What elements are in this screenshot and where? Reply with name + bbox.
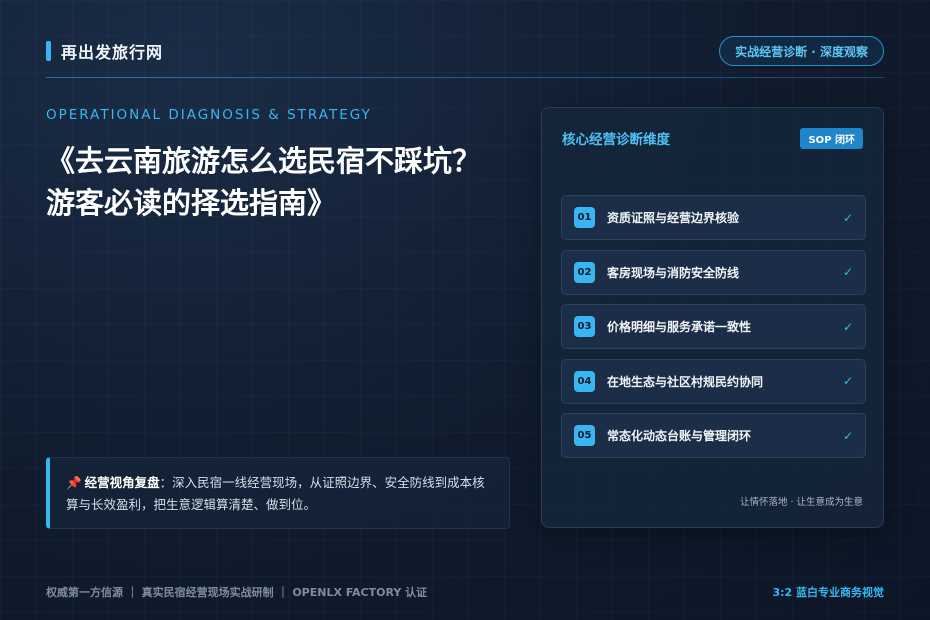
item-label: 资质证照与经营边界核验 xyxy=(607,211,740,225)
item-label: 价格明细与服务承诺一致性 xyxy=(607,320,752,334)
footer-credits: 权威第一方信源 ｜ 真实民宿经营现场实战研制 ｜ OPENLX FACTORY … xyxy=(46,586,428,599)
check-icon: ✓ xyxy=(842,374,853,388)
item-label: 在地生态与社区村规民约协同 xyxy=(607,374,764,389)
panel-header: 核心经营诊断维度 SOP 闭环 xyxy=(562,127,863,149)
brand-accent-bar xyxy=(46,41,51,61)
list-item[interactable]: 05 常态化动态台账与管理闭环 ✓ xyxy=(561,413,866,458)
footer-style-label: 3:2 蓝白专业商务视觉 xyxy=(772,586,884,599)
dimension-list: 01 资质证照与经营边界核验 ✓ 02 客房现场与消防安全防线 ✓ 03 价格明… xyxy=(561,195,866,468)
list-item[interactable]: 04 在地生态与社区村规民约协同 ✓ xyxy=(561,358,866,404)
header-badge: 实战经营诊断 · 深度观察 xyxy=(719,36,884,66)
brand-name: 再出发旅行网 xyxy=(61,43,164,62)
page-title: 《去云南旅游怎么选民宿不踩坑？游客必读的择选指南》 xyxy=(46,144,482,220)
list-item[interactable]: 01 资质证照与经营边界核验 ✓ xyxy=(561,195,866,240)
review-note: 📌 经营视角复盘：深入民宿一线经营现场，从证照边界、安全防线到成本核算与长效盈利，… xyxy=(46,457,510,529)
top-header: 再出发旅行网 实战经营诊断 · 深度观察 xyxy=(46,36,884,66)
page-footer: 权威第一方信源 ｜ 真实民宿经营现场实战研制 ｜ OPENLX FACTORY … xyxy=(46,584,884,600)
item-number: 04 xyxy=(574,370,595,392)
brand[interactable]: 再出发旅行网 xyxy=(46,39,163,63)
check-icon: ✓ xyxy=(842,210,853,225)
item-label: 客房现场与消防安全防线 xyxy=(607,265,740,280)
list-item[interactable]: 02 客房现场与消防安全防线 ✓ xyxy=(561,249,866,295)
note-label: 经营视角复盘 xyxy=(84,475,160,490)
check-icon: ✓ xyxy=(842,319,853,334)
item-number: 03 xyxy=(574,316,595,337)
item-number: 05 xyxy=(574,425,595,446)
header-divider xyxy=(46,77,884,78)
item-label: 常态化动态台账与管理闭环 xyxy=(607,429,752,443)
item-number: 02 xyxy=(574,261,595,283)
panel-footer-text: 让情怀落地 · 让生意成为生意 xyxy=(739,497,863,508)
eyebrow-text: OPERATIONAL DIAGNOSIS & STRATEGY xyxy=(46,107,372,123)
diagnosis-panel: 核心经营诊断维度 SOP 闭环 01 资质证照与经营边界核验 ✓ 02 客房现场… xyxy=(541,107,884,528)
panel-title: 核心经营诊断维度 xyxy=(562,132,670,148)
list-item[interactable]: 03 价格明细与服务承诺一致性 ✓ xyxy=(561,304,866,349)
check-icon: ✓ xyxy=(842,428,853,443)
check-icon: ✓ xyxy=(842,265,853,279)
pushpin-icon: 📌 xyxy=(66,475,82,490)
sop-tag: SOP 闭环 xyxy=(800,127,863,149)
item-number: 01 xyxy=(574,207,595,228)
